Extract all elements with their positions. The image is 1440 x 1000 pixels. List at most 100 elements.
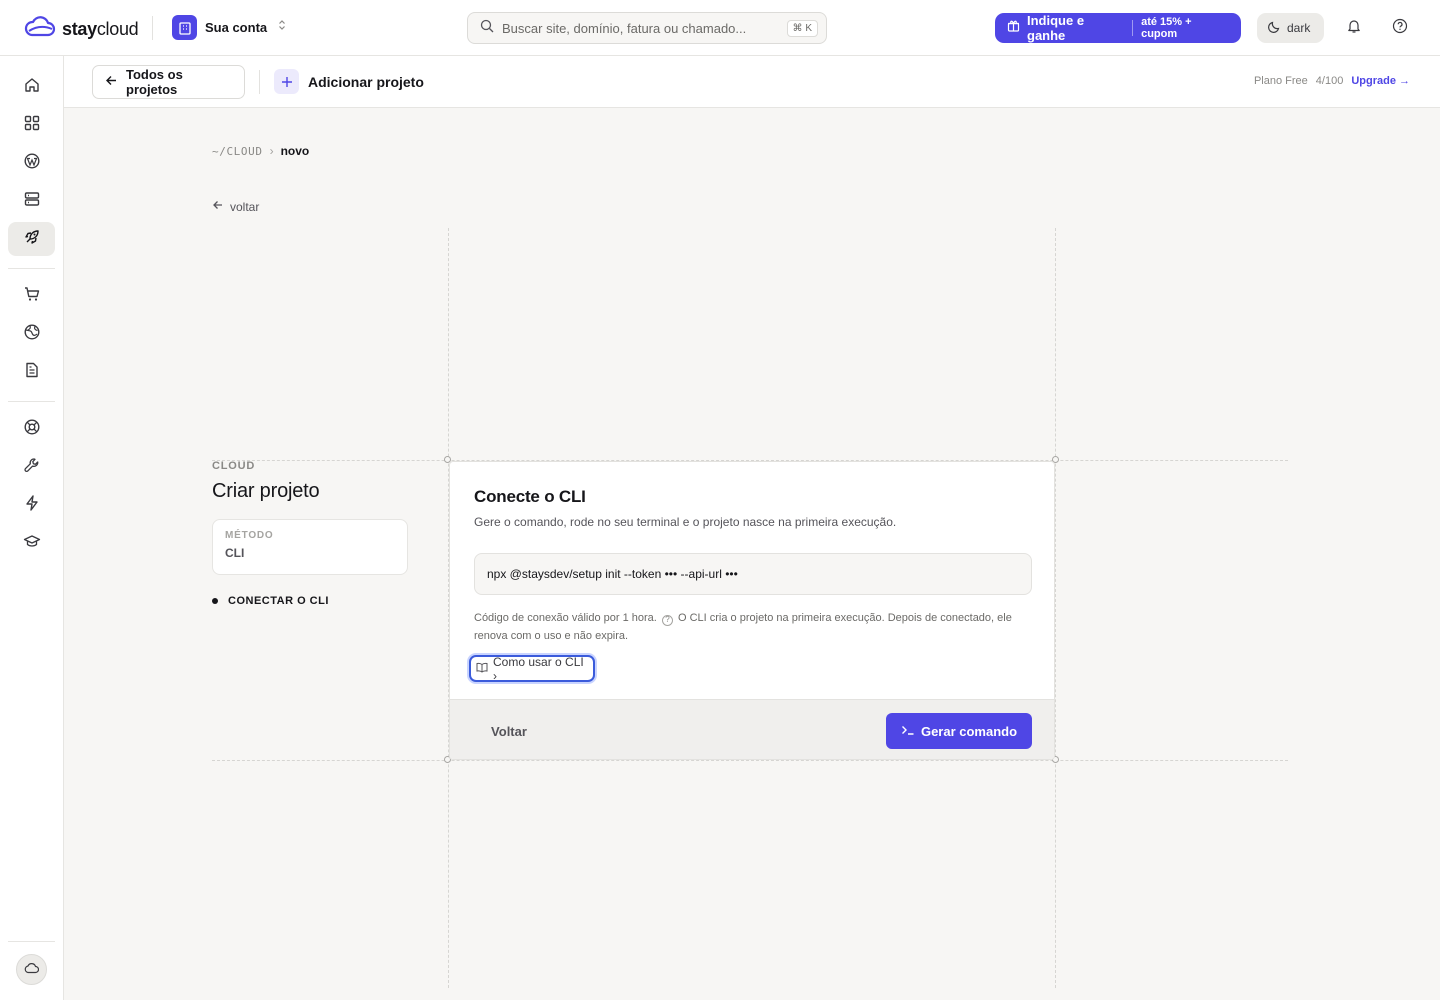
plan-usage: 4/100 (1315, 75, 1344, 87)
sidebar-item-wordpress[interactable] (8, 146, 55, 180)
all-projects-button[interactable]: Todos os projetos (92, 65, 245, 99)
guide-line (1055, 228, 1056, 988)
theme-toggle-label: dark (1287, 21, 1311, 35)
divider (152, 16, 153, 40)
card-footer: Voltar Gerar comando (450, 699, 1054, 759)
brand-logo[interactable]: staycloud (24, 16, 139, 43)
add-project-label: Adicionar projeto (308, 73, 424, 90)
breadcrumb-current: novo (280, 144, 310, 158)
note-validity: Código de conexão válido por 1 hora. (474, 612, 657, 624)
step-current: CONECTAR O CLI (212, 595, 408, 607)
card-subtitle: Gere o comando, rode no seu terminal e o… (474, 515, 897, 529)
notifications-button[interactable] (1340, 14, 1368, 42)
page-title: Criar projeto (212, 480, 320, 502)
connect-cli-card: Conecte o CLI Gere o comando, rode no se… (449, 461, 1055, 760)
method-card[interactable]: MÉTODO CLI (212, 519, 408, 575)
bell-icon (1346, 18, 1362, 39)
referral-sub: até 15% + cupom (1141, 16, 1192, 40)
sidebar-item-dashboard[interactable] (8, 108, 55, 142)
arrow-left-icon (212, 199, 224, 214)
global-search[interactable]: Buscar site, domínio, fatura ou chamado.… (467, 12, 827, 44)
project-steps-panel: CLOUD Criar projeto MÉTODO CLI CONECTAR … (212, 460, 408, 607)
back-link-label: voltar (230, 199, 260, 214)
sidebar-item-servers[interactable] (8, 184, 55, 218)
question-circle-icon: ? (661, 614, 673, 626)
bolt-icon (23, 494, 41, 517)
wrench-icon (23, 456, 41, 479)
document-icon (23, 361, 41, 384)
gift-icon (1007, 19, 1020, 37)
upgrade-link[interactable]: Upgrade → (1351, 75, 1410, 87)
sidebar-item-tools[interactable] (8, 450, 55, 484)
sidebar-item-invoices[interactable] (8, 355, 55, 389)
sidebar-item-support[interactable] (8, 412, 55, 446)
globe-icon (23, 323, 41, 346)
moon-icon (1267, 20, 1281, 37)
divider (8, 941, 55, 942)
account-switcher[interactable]: Sua conta (172, 15, 289, 40)
back-link[interactable]: voltar (212, 199, 259, 214)
step-label: CONECTAR O CLI (228, 595, 329, 607)
breadcrumb: ~/CLOUD › novo (212, 144, 309, 158)
divider (259, 70, 260, 94)
rocket-icon (23, 228, 41, 251)
generate-command-label: Gerar comando (920, 723, 1018, 739)
breadcrumb-root[interactable]: ~/CLOUD (212, 145, 263, 158)
wordpress-icon (23, 152, 41, 175)
search-icon (480, 19, 494, 38)
plan-info: Plano Free 4/100 Upgrade → (1254, 75, 1410, 87)
add-project-button[interactable]: Adicionar projeto (274, 69, 424, 94)
question-circle-icon (1392, 18, 1408, 39)
referral-label: Indique e ganhe (1027, 13, 1085, 43)
how-to-use-cli-link[interactable]: Como usar o CLI › (469, 654, 595, 683)
cart-icon (23, 285, 41, 308)
brand-name: staycloud (62, 19, 139, 39)
divider (8, 401, 55, 402)
sub-header: Todos os projetos Adicionar projeto Plan… (64, 56, 1440, 108)
building-icon (172, 15, 197, 40)
method-value: CLI (225, 546, 245, 560)
arrow-left-icon (105, 74, 118, 90)
graduation-cap-icon (23, 532, 41, 555)
server-icon (23, 190, 41, 213)
cloud-logo-icon (24, 16, 56, 43)
all-projects-label: Todos os projetos (126, 67, 183, 97)
divider (1132, 20, 1134, 36)
divider (8, 268, 55, 269)
sidebar-item-performance[interactable] (8, 488, 55, 522)
how-to-use-cli-label: Como usar o CLI › (493, 654, 584, 683)
plan-label: Plano Free (1253, 75, 1308, 87)
sidebar-item-deploy[interactable] (8, 222, 55, 256)
help-button[interactable] (1386, 14, 1414, 42)
sidebar-item-domains[interactable] (8, 317, 55, 351)
referral-button[interactable]: Indique e ganhe até 15% + cupom (995, 13, 1241, 43)
theme-toggle[interactable]: dark (1257, 13, 1324, 43)
cloud-icon (24, 961, 40, 979)
back-button[interactable]: Voltar (474, 714, 544, 748)
guide-line (212, 760, 1288, 761)
cloud-status-button[interactable] (16, 954, 47, 985)
terminal-icon (901, 724, 915, 739)
breadcrumb-separator: › (269, 144, 274, 158)
search-placeholder: Buscar site, domínio, fatura ou chamado.… (502, 20, 747, 36)
sidebar (0, 56, 64, 1000)
search-shortcut: ⌘ K (786, 19, 818, 37)
lifebuoy-icon (23, 418, 41, 441)
step-dot (212, 598, 218, 604)
sidebar-item-academy[interactable] (8, 526, 55, 560)
top-bar: staycloud Sua conta Buscar site, domínio… (0, 0, 1440, 56)
connection-note: Código de conexão válido por 1 hora. ? O… (474, 609, 1032, 645)
chevron-updown-icon (275, 18, 289, 37)
grid-icon (23, 114, 41, 137)
sidebar-item-store[interactable] (8, 279, 55, 313)
home-icon (23, 76, 41, 99)
generate-command-button[interactable]: Gerar comando (886, 713, 1032, 749)
method-label: MÉTODO (225, 530, 274, 541)
card-title: Conecte o CLI (474, 487, 586, 506)
sidebar-item-home[interactable] (8, 70, 55, 104)
account-name: Sua conta (205, 20, 268, 35)
cli-command-field[interactable]: npx @staysdev/setup init --token ••• --a… (474, 553, 1032, 595)
section-eyebrow: CLOUD (212, 460, 256, 472)
plus-icon (274, 69, 299, 94)
book-icon (476, 662, 488, 676)
